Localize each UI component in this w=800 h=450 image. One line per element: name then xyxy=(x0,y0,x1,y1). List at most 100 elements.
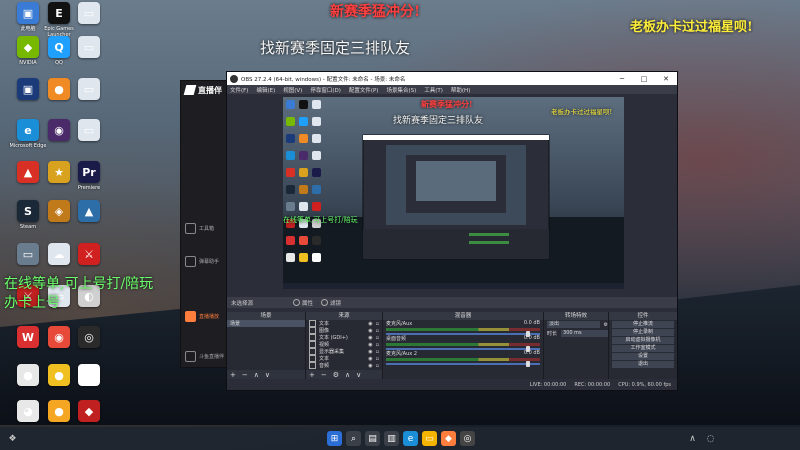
eye-icon[interactable]: ◉ xyxy=(368,342,372,348)
source-name: 文本 xyxy=(319,321,330,327)
preview-desktop-icon xyxy=(312,134,321,143)
network-icon[interactable]: ◌ xyxy=(703,431,718,446)
slider-knob[interactable] xyxy=(526,346,530,352)
streamer-nav-live[interactable]: 直播播放 xyxy=(185,311,219,322)
explorer-icon[interactable]: ▭ xyxy=(422,431,437,446)
chat-icon[interactable]: ▥ xyxy=(384,431,399,446)
menu-item[interactable]: 视图(V) xyxy=(283,86,302,94)
lock-icon[interactable]: ▫ xyxy=(376,335,379,341)
remove-icon[interactable]: − xyxy=(242,371,248,379)
control-button[interactable]: 停止录制 xyxy=(612,329,674,336)
lock-icon[interactable]: ▫ xyxy=(376,342,379,348)
desktop-icon[interactable]: Pr Premiere xyxy=(67,161,111,191)
duration-input[interactable]: 300 ms xyxy=(561,330,608,337)
desktop-icon[interactable]: ◔ xyxy=(67,364,111,388)
lock-icon[interactable]: ▫ xyxy=(376,349,379,355)
obs-titlebar[interactable]: OBS 27.2.4 (64-bit, windows) - 配置文件: 未命名… xyxy=(227,72,677,85)
menu-item[interactable]: 帮助(H) xyxy=(451,86,470,94)
move-up-icon[interactable]: ∧ xyxy=(254,371,259,379)
preview-desktop-icon xyxy=(312,100,321,109)
volume-slider[interactable] xyxy=(386,331,540,337)
toolbox-icon xyxy=(185,223,196,234)
slider-knob[interactable] xyxy=(526,361,530,367)
source-item[interactable]: 视频 ◉ ▫ xyxy=(306,341,382,348)
scene-item[interactable]: 场景 xyxy=(227,320,305,327)
source-item[interactable]: 图像 ◉ ▫ xyxy=(306,327,382,334)
desktop-icon[interactable]: ▭ xyxy=(67,2,111,26)
lock-icon[interactable]: ▫ xyxy=(376,356,379,362)
start-icon[interactable]: ⊞ xyxy=(327,431,342,446)
source-item[interactable]: 显示器采集 ◉ ▫ xyxy=(306,348,382,355)
source-item[interactable]: 文本 ◉ ▫ xyxy=(306,320,382,327)
streamer-app-taskbar-icon[interactable]: ◆ xyxy=(441,431,456,446)
volume-slider[interactable] xyxy=(386,346,540,352)
move-up-icon[interactable]: ∧ xyxy=(345,371,350,379)
task-view-icon[interactable]: ▤ xyxy=(365,431,380,446)
obs-taskbar-icon[interactable]: ◎ xyxy=(460,431,475,446)
streamer-nav-toolbox[interactable]: 工具箱 xyxy=(185,223,214,234)
control-button[interactable]: 停止推流 xyxy=(612,321,674,328)
remove-icon[interactable]: − xyxy=(321,371,327,379)
eye-icon[interactable]: ◉ xyxy=(368,321,372,327)
source-name: 文本 xyxy=(319,356,330,362)
maximize-icon[interactable]: □ xyxy=(633,72,655,85)
desktop-icon[interactable]: ◎ xyxy=(67,326,111,350)
widgets-icon[interactable]: ❖ xyxy=(5,431,20,446)
nested-obs-docks xyxy=(363,229,549,259)
lock-icon[interactable]: ▫ xyxy=(376,321,379,327)
filters-button[interactable]: 滤镜 xyxy=(321,299,341,307)
volume-slider[interactable] xyxy=(386,361,540,367)
mixer-channel: 桌面音频 0.0 dB xyxy=(383,335,543,352)
desktop-icon[interactable]: ▲ xyxy=(67,200,111,224)
eye-icon[interactable]: ◉ xyxy=(368,356,372,362)
menu-item[interactable]: 停靠窗口(D) xyxy=(310,86,341,94)
controls-buttons: 停止推流 停止录制 启动虚拟摄像机 工作室模式 设置 退出 xyxy=(609,321,677,368)
menu-item[interactable]: 编辑(E) xyxy=(256,86,275,94)
transition-duration-row: 时长 300 ms xyxy=(544,329,608,338)
menu-item[interactable]: 场景集合(S) xyxy=(386,86,416,94)
gear-icon[interactable]: ⚙ xyxy=(604,322,608,328)
slider-knob[interactable] xyxy=(526,331,530,337)
source-item[interactable]: 音频 ◉ ▫ xyxy=(306,362,382,369)
desktop-icon[interactable]: ▭ xyxy=(67,119,111,143)
tray-up-icon[interactable]: ∧ xyxy=(685,431,700,446)
source-item[interactable]: 文本 ◉ ▫ xyxy=(306,355,382,362)
desktop-icon[interactable]: ⚔ xyxy=(67,243,111,267)
source-item[interactable]: 文本 (GDI+) ◉ ▫ xyxy=(306,334,382,341)
desktop-icon[interactable]: ▭ xyxy=(67,78,111,102)
lock-icon[interactable]: ▫ xyxy=(376,328,379,334)
menu-item[interactable]: 文件(F) xyxy=(230,86,248,94)
control-button[interactable]: 启动虚拟摄像机 xyxy=(612,337,674,344)
add-icon[interactable]: + xyxy=(230,371,236,379)
control-button[interactable]: 设置 xyxy=(612,353,674,360)
preview-desktop-icon xyxy=(299,185,308,194)
douyu-icon xyxy=(185,351,196,362)
gear-icon[interactable]: ⚙ xyxy=(333,371,339,379)
streamer-nav-danmu[interactable]: 弹幕助手 xyxy=(185,256,219,267)
obs-window[interactable]: OBS 27.2.4 (64-bit, windows) - 配置文件: 未命名… xyxy=(226,71,678,391)
transition-select[interactable]: 淡出 xyxy=(547,321,600,328)
desktop-icon[interactable]: ▭ xyxy=(67,36,111,60)
menu-item[interactable]: 工具(T) xyxy=(424,86,443,94)
eye-icon[interactable]: ◉ xyxy=(368,349,372,355)
search-icon[interactable]: ⌕ xyxy=(346,431,361,446)
obs-preview[interactable]: 新赛季猛冲分! 老板办卡过过福星呗! 找新赛季固定三排队友 在线等单,可上号打/… xyxy=(283,97,624,289)
move-down-icon[interactable]: ∨ xyxy=(356,371,361,379)
properties-button[interactable]: 属性 xyxy=(293,299,313,307)
menu-item[interactable]: 配置文件(P) xyxy=(349,86,379,94)
streamer-nav-douyu[interactable]: 斗鱼直播伴 xyxy=(185,351,224,362)
control-button[interactable]: 退出 xyxy=(612,361,674,368)
edge-icon[interactable]: e xyxy=(403,431,418,446)
add-icon[interactable]: + xyxy=(309,371,315,379)
streamer-app-window[interactable]: 直播伴 工具箱 弹幕助手 直播播放 斗鱼直播伴 xyxy=(180,80,230,368)
lock-icon[interactable]: ▫ xyxy=(376,363,379,369)
eye-icon[interactable]: ◉ xyxy=(368,328,372,334)
desktop-icon[interactable]: ◆ xyxy=(67,400,111,424)
close-icon[interactable]: ✕ xyxy=(655,72,677,85)
control-button[interactable]: 工作室模式 xyxy=(612,345,674,352)
app-icon: ▭ xyxy=(78,2,100,24)
move-down-icon[interactable]: ∨ xyxy=(265,371,270,379)
minimize-icon[interactable]: ─ xyxy=(611,72,633,85)
eye-icon[interactable]: ◉ xyxy=(368,335,372,341)
eye-icon[interactable]: ◉ xyxy=(368,363,372,369)
